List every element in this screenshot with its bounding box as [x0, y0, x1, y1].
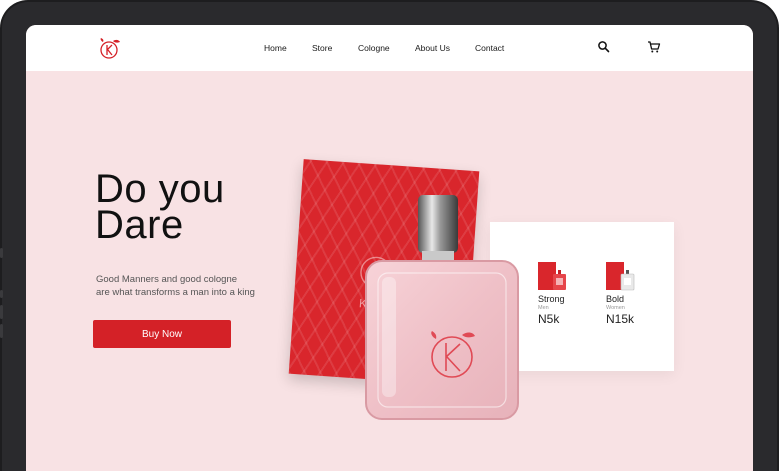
product-subtitle: Men	[538, 305, 549, 311]
hero-headline: Do you Dare	[95, 167, 225, 247]
cart-icon[interactable]	[647, 40, 661, 54]
product-price: N5k	[538, 312, 560, 326]
nav-link-store[interactable]: Store	[312, 43, 332, 53]
tagline-line: Good Manners and good cologne	[96, 274, 238, 285]
hero-tagline: Good Manners and good cologne are what t…	[96, 273, 296, 299]
tagline-line: are what transforms a man into a king	[96, 287, 255, 298]
product-name: Strong	[538, 294, 565, 304]
product-subtitle: Women	[606, 305, 625, 311]
product-thumbnail	[538, 262, 572, 292]
nav-link-home[interactable]: Home	[264, 43, 287, 53]
side-button	[0, 290, 3, 298]
nav-link-cologne[interactable]: Cologne	[358, 43, 390, 53]
side-button	[0, 248, 3, 258]
perfume-thumbnail-icon	[606, 262, 635, 291]
headline-line: Do you	[95, 167, 225, 211]
product-bold[interactable]: Bold Women N15k	[606, 262, 666, 326]
product-name: Bold	[606, 294, 625, 304]
tablet-frame: Home Store Cologne About Us Contact Do y…	[0, 0, 779, 471]
product-price: N15k	[606, 312, 635, 326]
screen: Home Store Cologne About Us Contact Do y…	[26, 25, 753, 471]
nav-link-about-us[interactable]: About Us	[415, 43, 450, 53]
product-strong[interactable]: Strong Men N5k	[538, 262, 598, 326]
navbar: Home Store Cologne About Us Contact	[26, 25, 753, 71]
side-button	[0, 305, 3, 319]
nav-link-contact[interactable]: Contact	[475, 43, 504, 53]
perfume-bottle	[365, 195, 519, 420]
buy-now-button[interactable]: Buy Now	[93, 320, 231, 348]
logo-icon[interactable]	[98, 37, 122, 59]
search-icon[interactable]	[597, 40, 611, 54]
side-button	[0, 324, 3, 338]
product-thumbnail	[606, 262, 640, 292]
perfume-thumbnail-icon	[538, 262, 566, 290]
headline-line: Dare	[95, 203, 184, 247]
